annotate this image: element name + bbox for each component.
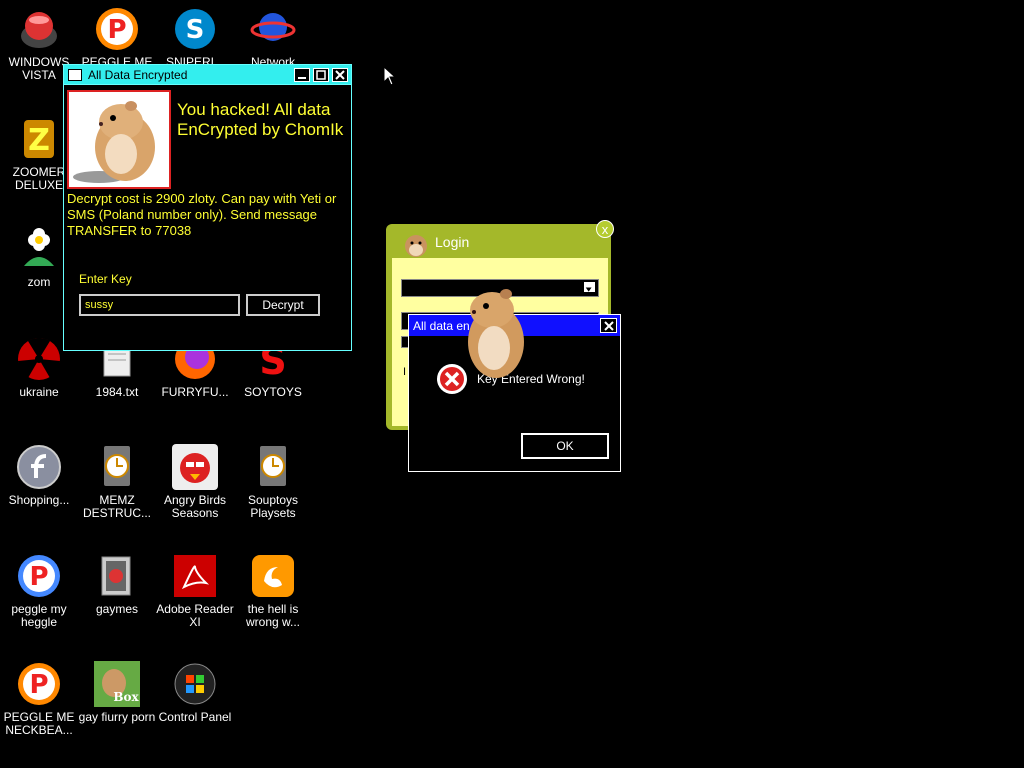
folder-icon [94, 553, 140, 599]
control-panel-icon [172, 661, 218, 707]
peggle-icon: P [16, 661, 62, 707]
flash-icon [16, 444, 62, 490]
desktop-icon-peggle-neck[interactable]: P PEGGLE ME NECKBEA... [0, 661, 78, 737]
desktop-icon-label: Control Panel [158, 710, 232, 724]
desktop-icon-label: PEGGLE ME NECKBEA... [3, 710, 75, 737]
hamster-overlay [458, 284, 534, 384]
peggle-icon: P [16, 553, 62, 599]
globe-icon [250, 6, 296, 52]
svg-text:P: P [29, 670, 48, 700]
maximize-icon [316, 69, 326, 80]
uc-browser-icon [250, 553, 296, 599]
key-input[interactable] [79, 294, 240, 316]
hamster-icon [73, 101, 155, 183]
hamster-head-icon [402, 230, 430, 258]
minimize-icon [298, 76, 306, 79]
skype-icon: S [172, 6, 218, 52]
svg-text:P: P [107, 15, 126, 45]
ransom-cost-text: Decrypt cost is 2900 zloty. Can pay with… [67, 191, 337, 238]
maximize-button[interactable] [313, 67, 329, 82]
ransom-window: All Data Encrypted You hacked! All data … [63, 64, 352, 351]
mouse-cursor-icon [383, 65, 397, 86]
desktop-icon-label: 1984.txt [95, 385, 139, 399]
desktop-icon-label: SOYTOYS [244, 385, 302, 399]
radiation-icon [16, 336, 62, 382]
ransom-title: All Data Encrypted [88, 67, 188, 82]
app-window-icon [68, 68, 82, 81]
clock-file-icon [250, 444, 296, 490]
desktop-icon-label: Shopping... [8, 493, 70, 507]
adobe-reader-icon [172, 553, 218, 599]
desktop-icon-gay-fiurry[interactable]: Box gay fiurry porn [78, 661, 156, 724]
desktop-icon-hell[interactable]: the hell is wrong w... [234, 553, 312, 629]
login-text-fragment: I [403, 366, 407, 378]
close-button[interactable] [332, 67, 348, 82]
close-icon [335, 69, 345, 80]
login-close-button[interactable]: x [596, 220, 614, 238]
ransom-titlebar[interactable]: All Data Encrypted [64, 65, 351, 85]
desktop-icon-label: ukraine [19, 385, 59, 399]
chevron-down-icon[interactable] [583, 281, 596, 293]
desktop-icon-network[interactable]: Network [234, 6, 312, 69]
minimize-button[interactable] [294, 67, 310, 82]
svg-text:P: P [29, 562, 48, 592]
desktop-icon-label: Adobe Reader XI [156, 602, 234, 629]
close-icon [603, 320, 614, 331]
desktop-icon-peggle-me[interactable]: P PEGGLE ME [78, 6, 156, 69]
desktop-icon-label: FURRYFU... [161, 385, 229, 399]
svg-text:Z: Z [28, 123, 50, 158]
dialog-close-button[interactable] [600, 318, 617, 333]
enter-key-label: Enter Key [79, 272, 132, 286]
desktop-icon-adobe[interactable]: Adobe Reader XI [156, 553, 234, 629]
hamster-box-icon: Box [94, 661, 140, 707]
desktop: WINDOWS VISTA Z ZOOMER DELUXE zom ukrain… [0, 0, 1024, 768]
svg-text:S: S [186, 15, 205, 45]
desktop-icon-label: gay fiurry porn [78, 710, 156, 724]
desktop-icon-control-panel[interactable]: Control Panel [156, 661, 234, 724]
desktop-icon-label: gaymes [95, 602, 139, 616]
desktop-icon-label: Souptoys Playsets [247, 493, 299, 520]
vista-orb-icon [16, 6, 62, 52]
angry-birds-icon [172, 444, 218, 490]
ok-button[interactable]: OK [521, 433, 609, 459]
desktop-icon-label: Angry Birds Seasons [163, 493, 227, 520]
desktop-icon-label: MEMZ DESTRUC... [82, 493, 151, 520]
login-title: Login [435, 234, 470, 250]
desktop-icon-gaymes[interactable]: gaymes [78, 553, 156, 616]
desktop-icon-label: peggle my heggle [11, 602, 67, 629]
desktop-icon-shopping[interactable]: Shopping... [0, 444, 78, 507]
clock-file-icon [94, 444, 140, 490]
desktop-icon-label: the hell is wrong w... [245, 602, 301, 629]
decrypt-button[interactable]: Decrypt [246, 294, 320, 316]
zuma-icon: Z [16, 116, 62, 162]
desktop-icon-angry-birds[interactable]: Angry Birds Seasons [156, 444, 234, 520]
hamster-image [67, 90, 171, 189]
desktop-icon-memz[interactable]: MEMZ DESTRUC... [78, 444, 156, 520]
svg-text:Box: Box [113, 690, 139, 704]
desktop-icon-souptoys[interactable]: Souptoys Playsets [234, 444, 312, 520]
desktop-icon-peggle-heggle[interactable]: P peggle my heggle [0, 553, 78, 629]
desktop-icon-sniper[interactable]: S SNIPERI... [156, 6, 234, 69]
flower-icon [16, 226, 62, 272]
peggle-icon: P [94, 6, 140, 52]
hacked-headline: You hacked! All data EnCrypted by ChomIk [177, 100, 344, 139]
